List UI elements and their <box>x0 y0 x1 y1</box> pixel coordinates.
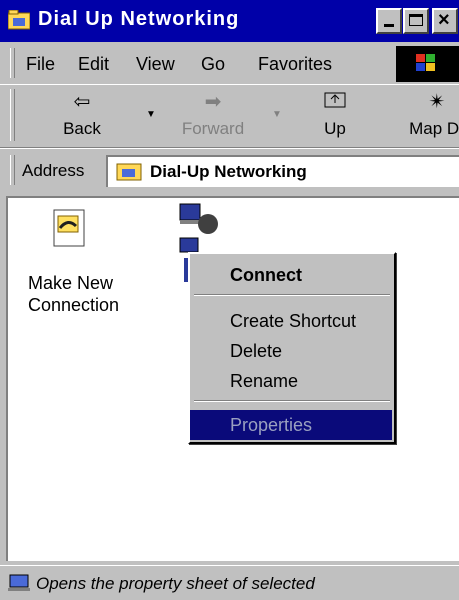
up-folder-icon <box>310 89 360 115</box>
address-label: Address <box>22 161 85 180</box>
menu-go[interactable]: Go <box>201 54 225 75</box>
status-bar: Opens the property sheet of selected <box>0 565 459 600</box>
make-new-connection-label[interactable]: Make New Connection <box>28 272 138 316</box>
up-button[interactable]: Up <box>310 89 360 139</box>
make-new-label-line1: Make New <box>28 273 114 293</box>
menubar-grip[interactable] <box>10 48 15 78</box>
context-separator <box>194 294 390 296</box>
address-field[interactable]: Dial-Up Networking <box>106 155 459 187</box>
forward-arrow-icon: ➡ <box>204 91 222 113</box>
windows-logo <box>396 46 459 82</box>
menu-bar: File Edit View Go Favorites <box>0 42 459 85</box>
back-dropdown-icon[interactable]: ▼ <box>146 109 156 120</box>
minimize-button[interactable] <box>376 8 402 34</box>
context-properties[interactable]: Properties <box>190 410 392 440</box>
title-bar[interactable]: Dial Up Networking × <box>0 0 459 42</box>
back-label: Back <box>63 119 101 138</box>
context-rename[interactable]: Rename <box>190 366 392 396</box>
status-computer-icon <box>8 574 30 592</box>
menu-favorites[interactable]: Favorites <box>258 54 332 75</box>
context-separator <box>194 400 390 402</box>
forward-label: Forward <box>181 119 245 138</box>
maximize-icon <box>409 14 423 26</box>
maximize-button[interactable] <box>403 8 429 34</box>
make-new-connection-icon[interactable] <box>50 208 90 250</box>
up-label: Up <box>324 119 346 138</box>
dialup-folder-icon <box>7 9 31 30</box>
toolbar: ⇦ Back ▼ ➡ Forward ▼ Up ✴ Map Dr <box>0 84 459 148</box>
forward-button[interactable]: ➡ Forward <box>168 89 258 139</box>
addressbar-grip[interactable] <box>10 155 15 185</box>
map-drive-label: Map Dr <box>409 119 459 138</box>
context-create-shortcut[interactable]: Create Shortcut <box>190 306 392 336</box>
close-button[interactable]: × <box>432 8 458 34</box>
status-text: Opens the property sheet of selected <box>36 574 315 593</box>
context-delete[interactable]: Delete <box>190 336 392 366</box>
back-arrow-icon: ⇦ <box>73 91 91 113</box>
context-menu: Connect Create Shortcut Delete Rename Pr… <box>188 252 396 444</box>
menu-file[interactable]: File <box>26 54 55 75</box>
back-button[interactable]: ⇦ Back <box>52 89 112 139</box>
menu-view[interactable]: View <box>136 54 175 75</box>
dialup-folder-icon <box>116 161 142 181</box>
make-new-label-line2: Connection <box>28 295 120 315</box>
close-icon: × <box>438 9 450 31</box>
toolbar-grip[interactable] <box>10 89 15 141</box>
context-connect[interactable]: Connect <box>190 260 392 290</box>
menu-edit[interactable]: Edit <box>78 54 109 75</box>
explorer-window: Dial Up Networking × File Edit View Go F… <box>0 0 459 600</box>
minimize-icon <box>384 24 394 27</box>
forward-dropdown-icon[interactable]: ▼ <box>272 109 282 120</box>
map-drive-button[interactable]: ✴ Map Dr <box>402 89 459 139</box>
window-title: Dial Up Networking <box>38 8 240 30</box>
map-drive-icon: ✴ <box>428 91 446 113</box>
address-bar: Address Dial-Up Networking <box>0 148 459 193</box>
address-value: Dial-Up Networking <box>150 162 307 181</box>
